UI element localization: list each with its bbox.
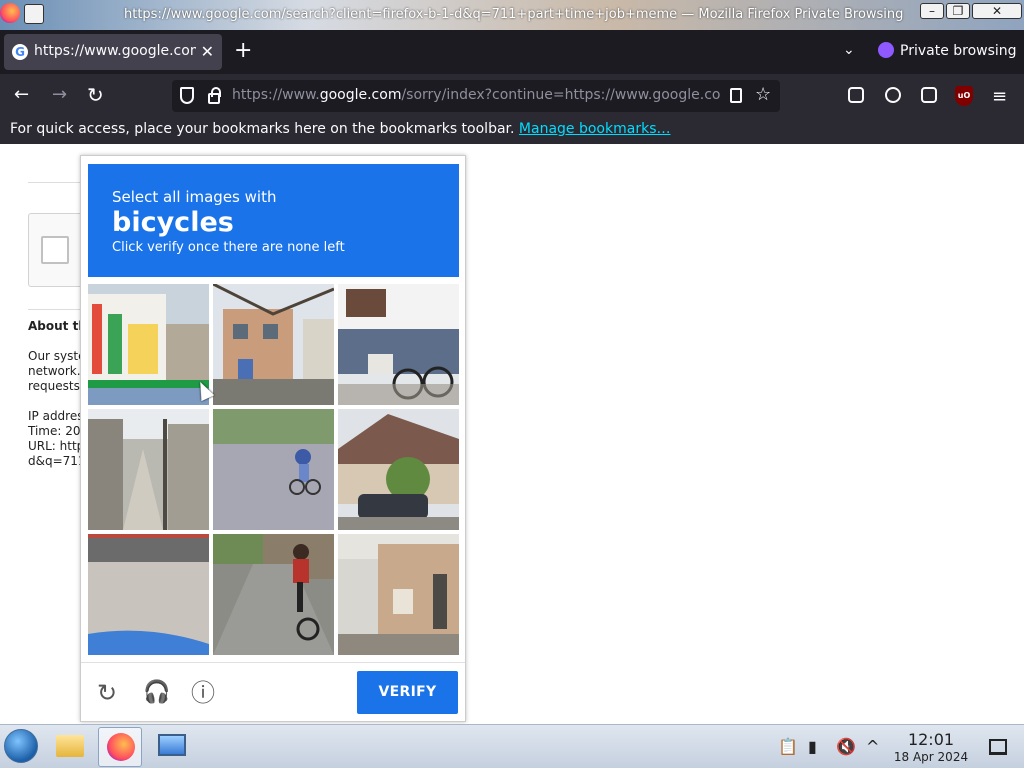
page-text-line: Time: 20 xyxy=(28,424,81,438)
house-with-car-image xyxy=(338,409,459,530)
window-title: https://www.google.com/search?client=fir… xyxy=(124,7,904,22)
captcha-tile-8[interactable] xyxy=(213,534,334,655)
tab-strip: G https://www.google.com/ ✕ + ⌄ Private … xyxy=(0,30,1024,74)
firefox-icon xyxy=(107,733,135,761)
url-bar[interactable]: https://www.google.com/sorry/index?conti… xyxy=(172,80,780,112)
captcha-tile-4[interactable] xyxy=(88,409,209,530)
divider xyxy=(28,309,88,310)
captcha-tile-5[interactable] xyxy=(213,409,334,530)
desktop-screen: https://www.google.com/search?client=fir… xyxy=(0,0,1024,768)
recaptcha-challenge: Select all images with bicycles Click ve… xyxy=(80,155,466,722)
close-tab-icon[interactable]: ✕ xyxy=(201,42,214,61)
captcha-tile-2[interactable] xyxy=(213,284,334,405)
window-menu-icon[interactable] xyxy=(24,4,44,24)
challenge-subinstruction: Click verify once there are none left xyxy=(112,240,345,255)
gravel-ground-image xyxy=(88,534,209,655)
bookmarks-hint-text: For quick access, place your bookmarks h… xyxy=(10,121,515,137)
house-with-tree-image xyxy=(213,284,334,405)
page-text-line: d&q=711 xyxy=(28,454,86,468)
reload-button[interactable]: ↻ xyxy=(87,84,104,106)
reload-challenge-icon[interactable]: ↻ xyxy=(97,679,117,707)
close-window-button[interactable]: ✕ xyxy=(972,3,1022,19)
show-desktop-icon[interactable] xyxy=(989,739,1007,755)
taskbar-file-manager[interactable] xyxy=(48,727,92,767)
person-on-bicycle-image xyxy=(213,534,334,655)
clipboard-icon[interactable]: 📋 xyxy=(778,737,798,757)
captcha-tile-3[interactable] xyxy=(338,284,459,405)
tab-google[interactable]: G https://www.google.com/ ✕ xyxy=(4,34,222,70)
apartment-building-image xyxy=(338,534,459,655)
tracking-protection-shield-icon[interactable] xyxy=(180,87,194,104)
url-host: google.com xyxy=(319,87,402,103)
bookmarks-hint: For quick access, place your bookmarks h… xyxy=(10,121,670,137)
captcha-tile-7[interactable] xyxy=(88,534,209,655)
narrow-alley-image xyxy=(88,409,209,530)
minimize-button[interactable]: – xyxy=(920,3,944,19)
ublock-origin-icon[interactable]: uO xyxy=(955,86,973,106)
bookmarks-toolbar: For quick access, place your bookmarks h… xyxy=(0,118,1024,144)
navigation-toolbar: ← → ↻ https://www.google.com/sorry/index… xyxy=(0,74,1024,118)
parked-bicycles-image xyxy=(338,284,459,405)
start-menu-icon[interactable] xyxy=(4,729,38,763)
back-button[interactable]: ← xyxy=(14,84,29,106)
new-tab-button[interactable]: + xyxy=(234,38,252,64)
cyclist-road-image xyxy=(213,409,334,530)
captcha-tile-9[interactable] xyxy=(338,534,459,655)
hamburger-menu-icon[interactable]: ≡ xyxy=(992,86,1007,107)
about-heading: About th xyxy=(28,319,87,333)
challenge-target: bicycles xyxy=(112,207,234,238)
tab-label: https://www.google.com/ xyxy=(34,43,196,59)
taskbar-system-settings[interactable] xyxy=(150,727,194,767)
recaptcha-checkbox[interactable] xyxy=(41,236,69,264)
forward-button[interactable]: → xyxy=(52,84,67,106)
page-text-line: network. xyxy=(28,364,81,378)
url-path: /sorry/index?continue=https://www.google… xyxy=(401,87,720,103)
extensions-icon[interactable] xyxy=(921,87,937,103)
challenge-instruction: Select all images with xyxy=(112,188,277,206)
verify-button[interactable]: VERIFY xyxy=(357,671,458,714)
page-text-line: URL: http xyxy=(28,439,85,453)
challenge-header: Select all images with bicycles Click ve… xyxy=(88,164,459,277)
info-icon[interactable]: ⓘ xyxy=(191,679,215,707)
tray-expand-icon[interactable]: ^ xyxy=(866,737,879,757)
maximize-button[interactable]: ❐ xyxy=(946,3,970,19)
private-browsing-label: Private browsing xyxy=(900,43,1017,59)
lock-icon[interactable] xyxy=(208,87,221,104)
url-prefix: https://www. xyxy=(232,87,320,103)
clock-date: 18 Apr 2024 xyxy=(893,750,969,764)
taskbar-firefox[interactable] xyxy=(98,727,142,767)
reader-view-icon[interactable] xyxy=(730,88,742,103)
folder-icon xyxy=(56,735,84,757)
private-mask-icon xyxy=(878,42,894,58)
familymart-sign-image xyxy=(88,284,209,405)
private-browsing-indicator: Private browsing xyxy=(878,42,1017,59)
manage-bookmarks-link[interactable]: Manage bookmarks… xyxy=(519,121,671,137)
list-all-tabs-button[interactable]: ⌄ xyxy=(843,42,855,58)
window-titlebar: https://www.google.com/search?client=fir… xyxy=(0,0,1024,30)
battery-icon[interactable]: ▮ xyxy=(808,737,817,757)
taskbar: 📋 ▮ 🔇 ^ 12:01 18 Apr 2024 xyxy=(0,724,1024,768)
page-text-line: IP addres xyxy=(28,409,84,423)
taskbar-clock[interactable]: 12:01 18 Apr 2024 xyxy=(892,731,970,765)
url-text[interactable]: https://www.google.com/sorry/index?conti… xyxy=(232,87,720,103)
monitor-icon xyxy=(158,734,186,756)
page-text-line: requests xyxy=(28,379,80,393)
firefox-icon xyxy=(0,3,20,23)
challenge-footer: ↻ 🎧 ⓘ VERIFY xyxy=(81,662,465,722)
captcha-tile-6[interactable] xyxy=(338,409,459,530)
recaptcha-checkbox-widget[interactable] xyxy=(28,213,88,287)
clock-time: 12:01 xyxy=(907,730,955,749)
page-text-line: Our syste xyxy=(28,349,86,363)
bookmark-star-icon[interactable]: ☆ xyxy=(755,84,771,105)
divider xyxy=(28,182,88,183)
audio-challenge-icon[interactable]: 🎧 xyxy=(143,679,170,707)
google-favicon-icon: G xyxy=(12,44,28,60)
account-icon[interactable] xyxy=(885,87,901,103)
volume-muted-icon[interactable]: 🔇 xyxy=(836,737,856,757)
pocket-icon[interactable] xyxy=(848,87,864,103)
captcha-tile-1[interactable] xyxy=(88,284,209,405)
